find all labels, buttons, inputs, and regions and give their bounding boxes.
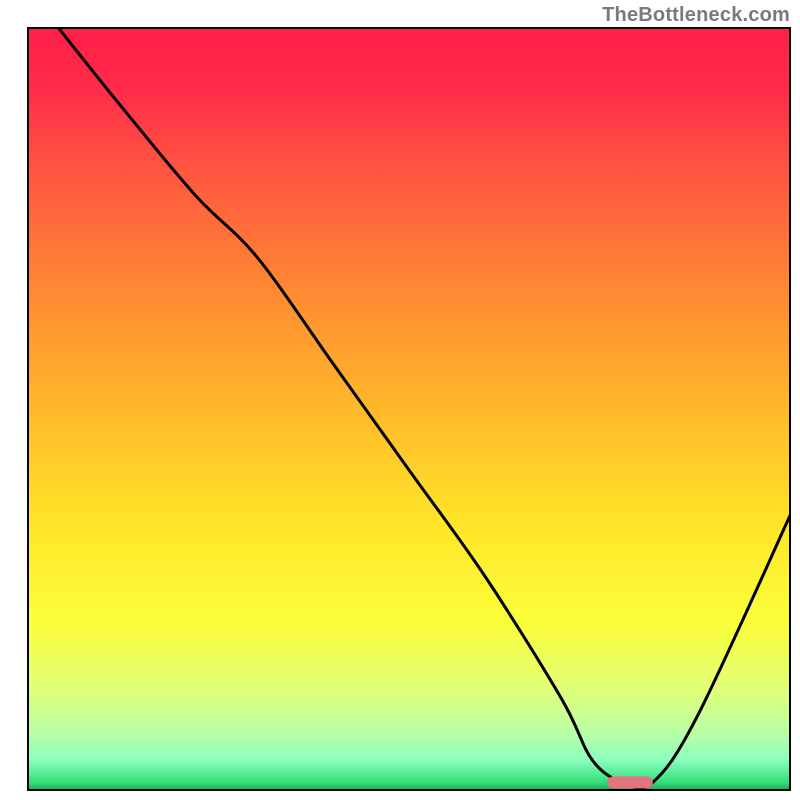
chart-container: TheBottleneck.com — [0, 0, 800, 800]
gradient-background — [28, 28, 790, 790]
optimal-zone-marker — [607, 776, 653, 788]
watermark-text: TheBottleneck.com — [602, 4, 790, 27]
bottleneck-chart — [0, 0, 800, 800]
